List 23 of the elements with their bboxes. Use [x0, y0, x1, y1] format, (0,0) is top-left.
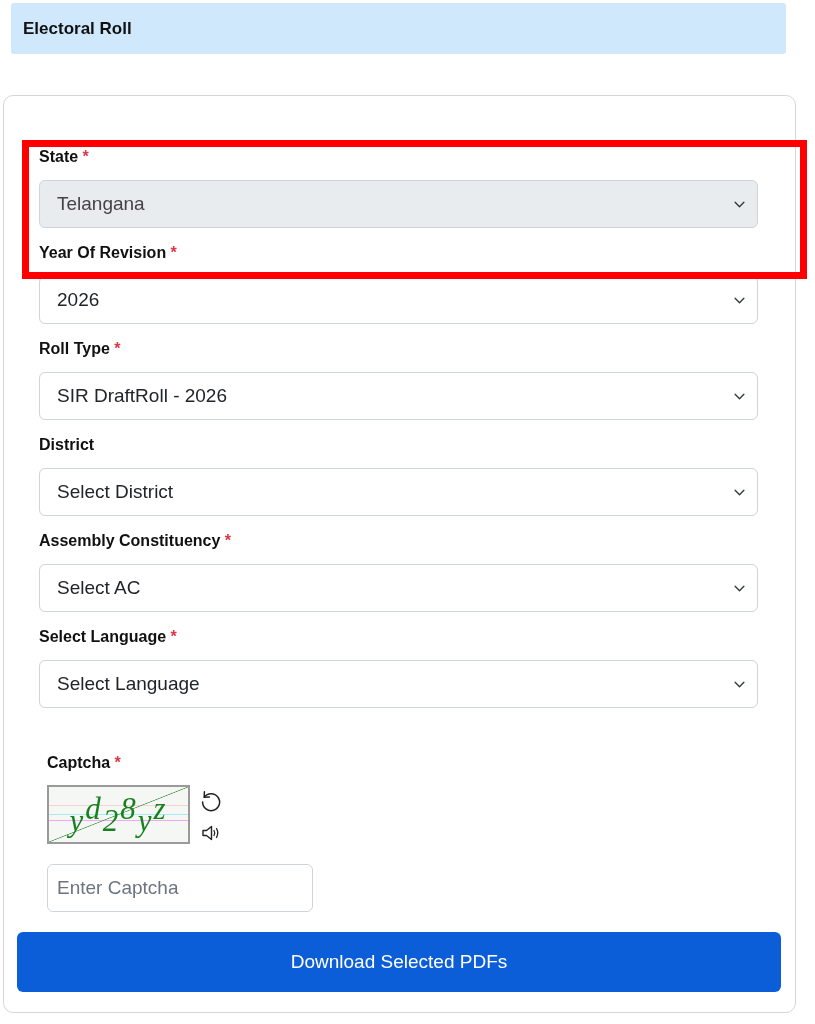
refresh-icon[interactable]	[199, 789, 223, 813]
dropdown[interactable]: Select Language	[39, 660, 758, 708]
chevron-down-icon	[734, 392, 745, 400]
chevron-down-icon	[734, 680, 745, 688]
dropdown[interactable]: Select District	[39, 468, 758, 516]
chevron-down-icon	[734, 584, 745, 592]
field-label: Roll Type *	[39, 339, 121, 359]
dropdown[interactable]: 2026	[39, 276, 758, 324]
speaker-icon[interactable]	[202, 825, 220, 841]
chevron-down-icon	[734, 200, 745, 208]
page-title: Electoral Roll	[23, 18, 132, 39]
download-button[interactable]: Download Selected PDFs	[17, 932, 781, 992]
field-label: District	[39, 435, 96, 455]
dropdown[interactable]: Select AC	[39, 564, 758, 612]
field-label: Assembly Constituency *	[39, 531, 232, 551]
dropdown[interactable]: SIR DraftRoll - 2026	[39, 372, 758, 420]
chevron-down-icon	[734, 296, 745, 304]
chevron-down-icon	[734, 488, 745, 496]
field-label: State *	[39, 147, 89, 167]
field-label: Captcha *	[47, 753, 121, 773]
captcha-input[interactable]: Enter Captcha	[47, 864, 313, 912]
field-label: Select Language *	[39, 627, 177, 647]
field-label: Year Of Revision *	[39, 243, 177, 263]
